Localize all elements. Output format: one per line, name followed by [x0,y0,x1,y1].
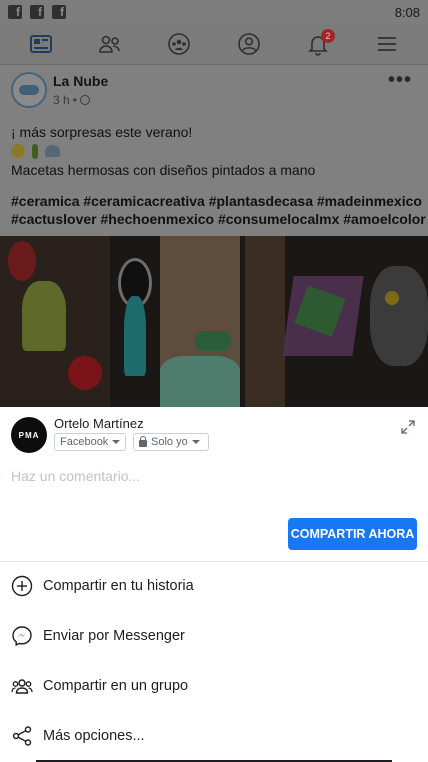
nav-friends[interactable] [84,25,136,63]
post-time[interactable]: 3 h [53,93,70,107]
option-share-to-story[interactable]: Compartir en tu historia [0,561,428,611]
nav-groups[interactable] [153,25,205,63]
meta-separator: • [72,93,77,107]
share-icon [12,726,32,746]
audience-label: Solo yo [151,436,188,448]
profile-icon [237,33,260,55]
more-options-button[interactable]: ••• [388,69,412,92]
post-photo[interactable] [0,236,428,407]
option-label: Enviar por Messenger [43,628,185,644]
status-bar: f f f 8:08 [0,0,428,24]
option-send-messenger[interactable]: Enviar por Messenger [0,611,428,661]
photo-shape [160,356,240,407]
post-meta: 3 h • [53,93,90,107]
page-avatar[interactable] [11,72,47,108]
friends-icon [99,35,120,53]
feed-post: La Nube 3 h • ••• ¡ más sorpresas este v… [0,65,428,407]
photo-shape [195,331,231,351]
post-line-1: ¡ más sorpresas este verano! [11,124,193,140]
facebook-icon: f [30,5,44,19]
nav-notifications[interactable]: 2 [292,25,344,63]
post-text: ¡ más sorpresas este verano! Macetas her… [11,123,421,179]
expand-icon[interactable] [400,419,416,435]
audience-dropdown[interactable]: Solo yo [133,433,209,451]
photo-shape [22,281,66,351]
messenger-icon [12,626,32,647]
groups-icon [168,33,191,55]
option-label: Más opciones... [43,728,145,744]
top-nav-bar: 2 [0,24,428,65]
facebook-icon: f [52,5,66,19]
clock: 8:08 [394,4,420,20]
option-label: Compartir en un grupo [43,678,189,694]
sun-icon [11,144,25,158]
lock-icon [139,435,147,447]
share-user-name: Ortelo Martínez [54,416,144,431]
add-circle-icon [11,575,33,597]
option-more-options[interactable]: Más opciones... [0,711,428,761]
comment-input[interactable] [11,465,411,487]
globe-icon [79,95,90,105]
share-sheet: PMA Ortelo Martínez Facebook Solo yo COM… [0,407,428,762]
hamburger-icon [378,37,397,51]
photo-shape [245,236,285,407]
cactus-icon [32,143,38,159]
post-hashtags[interactable]: #ceramica #ceramicacreativa #plantasdeca… [11,192,426,228]
photo-shape [8,241,36,281]
photo-shape [385,291,399,305]
chevron-down-icon [191,440,200,444]
photo-shape [68,356,102,390]
destination-dropdown[interactable]: Facebook [54,433,126,451]
chevron-down-icon [112,440,121,444]
nav-menu[interactable] [361,25,413,63]
user-avatar: PMA [11,417,47,453]
shell-icon [45,145,60,157]
share-now-button[interactable]: COMPARTIR AHORA [288,518,417,550]
photo-shape [124,296,146,376]
post-line-2: Macetas hermosas con diseños pintados a … [11,162,316,178]
nav-news-feed[interactable] [15,25,67,63]
nav-profile[interactable] [223,25,275,63]
option-label: Compartir en tu historia [43,578,194,594]
destination-label: Facebook [60,436,109,448]
photo-shape [370,266,428,366]
emoji-row [11,142,421,160]
group-icon [11,679,33,694]
cloud-logo-icon [19,85,39,95]
news-feed-icon [29,35,52,53]
post-author[interactable]: La Nube [53,73,108,89]
facebook-icon: f [8,5,22,19]
notification-badge: 2 [320,29,335,43]
option-share-to-group[interactable]: Compartir en un grupo [0,661,428,711]
